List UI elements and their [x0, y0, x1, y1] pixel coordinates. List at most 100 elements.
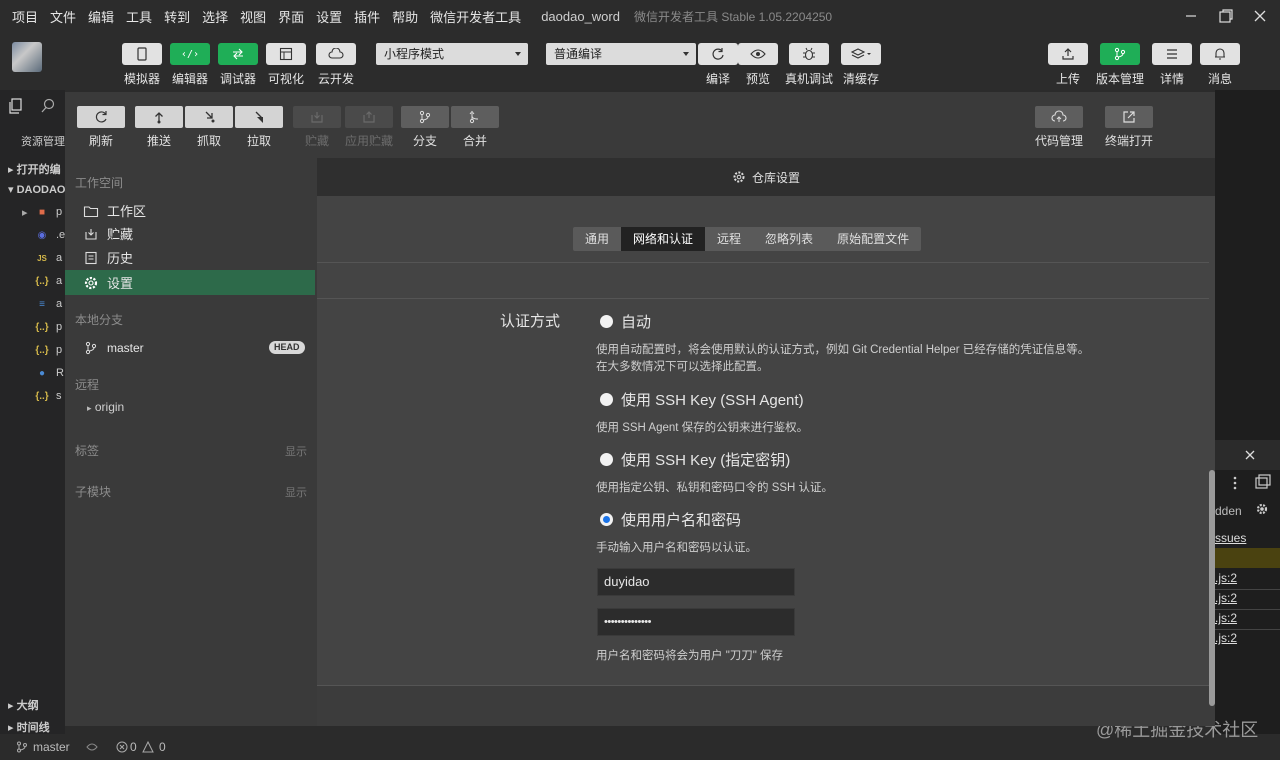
preview-button[interactable]: [738, 43, 778, 65]
device-debug-button[interactable]: [789, 43, 829, 65]
dock-icon[interactable]: [1255, 474, 1271, 490]
messages-button[interactable]: [1200, 43, 1240, 65]
branch-status[interactable]: master: [33, 740, 70, 754]
cloud-button[interactable]: [316, 43, 356, 65]
radio-button-checked[interactable]: [600, 513, 613, 526]
merge-button[interactable]: [451, 106, 499, 128]
menu-settings[interactable]: 设置: [316, 7, 342, 26]
push-button[interactable]: [135, 106, 183, 128]
error-count[interactable]: 0: [130, 740, 137, 754]
minimize-icon[interactable]: [1179, 4, 1203, 28]
tree-item[interactable]: p: [56, 344, 62, 356]
log-link[interactable]: .js:2: [1215, 611, 1237, 625]
upload-button[interactable]: [1048, 43, 1088, 65]
menu-project[interactable]: 项目: [12, 7, 38, 26]
sidebar-item-stash[interactable]: 贮藏: [65, 221, 315, 246]
apply-stash-icon: [363, 111, 375, 123]
editor-button[interactable]: ‹/›: [170, 43, 210, 65]
info-icon: ●: [38, 368, 46, 379]
debugger-button[interactable]: [218, 43, 258, 65]
version-mgmt-button[interactable]: [1100, 43, 1140, 65]
details-button[interactable]: [1152, 43, 1192, 65]
visualize-button[interactable]: [266, 43, 306, 65]
tree-item[interactable]: p: [56, 321, 62, 333]
clear-cache-button[interactable]: [841, 43, 881, 65]
outline-section[interactable]: ▸ 大纲: [8, 697, 39, 713]
radio-label: 自动: [621, 314, 652, 331]
submodules-show-toggle[interactable]: 显示: [285, 484, 307, 500]
code-mgmt-button[interactable]: [1035, 106, 1083, 128]
radio-username-password[interactable]: 使用用户名和密码: [600, 509, 741, 530]
files-icon[interactable]: [8, 98, 24, 114]
menu-wechat-devtools[interactable]: 微信开发者工具: [430, 7, 521, 26]
log-link[interactable]: .js:2: [1215, 571, 1237, 585]
tab-remote[interactable]: 远程: [705, 227, 754, 251]
radio-button[interactable]: [600, 393, 613, 406]
tree-item[interactable]: .e: [56, 229, 65, 241]
tags-show-toggle[interactable]: 显示: [285, 443, 307, 459]
pull-button[interactable]: [235, 106, 283, 128]
open-editors-section[interactable]: ▸ 打开的编: [8, 161, 61, 177]
search-icon[interactable]: [40, 98, 56, 114]
menu-edit[interactable]: 编辑: [88, 7, 114, 26]
project-root-section[interactable]: ▾ DAODAO: [8, 183, 65, 196]
remote-origin[interactable]: ▸ origin: [87, 400, 124, 414]
more-vertical-icon[interactable]: [1233, 476, 1237, 490]
radio-button[interactable]: [600, 315, 613, 328]
maximize-icon[interactable]: [1214, 4, 1238, 28]
tab-ignore-list[interactable]: 忽略列表: [753, 227, 826, 251]
menu-interface[interactable]: 界面: [278, 7, 304, 26]
tree-item[interactable]: a: [56, 252, 62, 264]
timeline-section[interactable]: ▸ 时间线: [8, 719, 50, 735]
tree-item[interactable]: R: [56, 367, 64, 379]
compile-select[interactable]: 普通编译: [546, 43, 696, 65]
log-link[interactable]: .js:2: [1215, 631, 1237, 645]
menu-file[interactable]: 文件: [50, 7, 76, 26]
clear-cache-label: 清缓存: [842, 72, 879, 86]
tree-item[interactable]: a: [56, 298, 62, 310]
sidebar-item-history[interactable]: 历史: [65, 245, 315, 270]
menu-select[interactable]: 选择: [202, 7, 228, 26]
refresh-button[interactable]: [77, 106, 125, 128]
close-icon[interactable]: [1245, 450, 1255, 460]
sidebar-item-workspace[interactable]: 工作区: [65, 198, 315, 223]
username-field[interactable]: duyidao: [597, 568, 795, 596]
sidebar-item-settings[interactable]: 设置: [65, 270, 315, 295]
password-field[interactable]: ••••••••••••••: [597, 608, 795, 636]
stash-icon: [83, 226, 99, 242]
menubar: 项目 文件 编辑 工具 转到 选择 视图 界面 设置 插件 帮助 微信开发者工具…: [0, 0, 1280, 32]
tree-item[interactable]: s: [56, 390, 62, 402]
radio-ssh-agent[interactable]: 使用 SSH Key (SSH Agent): [600, 389, 804, 410]
issues-link[interactable]: ssues: [1215, 531, 1246, 545]
vertical-scrollbar[interactable]: [1209, 470, 1215, 706]
mode-select[interactable]: 小程序模式: [376, 43, 528, 65]
fetch-button[interactable]: [185, 106, 233, 128]
tree-item[interactable]: p: [56, 206, 62, 218]
radio-auto[interactable]: 自动: [600, 311, 651, 332]
console-panel: dden ssues .js:2 .js:2 .js:2 .js:2: [1215, 90, 1280, 734]
menu-tools[interactable]: 工具: [126, 7, 152, 26]
warning-count[interactable]: 0: [159, 740, 166, 754]
open-terminal-button[interactable]: [1105, 106, 1153, 128]
eye-icon: [750, 49, 766, 59]
branch-button[interactable]: [401, 106, 449, 128]
radio-button[interactable]: [600, 453, 613, 466]
avatar[interactable]: [12, 42, 42, 72]
radio-ssh-key[interactable]: 使用 SSH Key (指定密钥): [600, 449, 790, 470]
close-window-icon[interactable]: [1248, 4, 1272, 28]
menu-view[interactable]: 视图: [240, 7, 266, 26]
menu-plugins[interactable]: 插件: [354, 7, 380, 26]
menu-goto[interactable]: 转到: [164, 7, 190, 26]
stash-button[interactable]: [293, 106, 341, 128]
gear-icon[interactable]: [1255, 502, 1269, 516]
tab-network-auth[interactable]: 网络和认证: [621, 227, 706, 251]
sync-icon[interactable]: [85, 741, 99, 753]
apply-stash-button[interactable]: [345, 106, 393, 128]
simulator-button[interactable]: [122, 43, 162, 65]
log-link[interactable]: .js:2: [1215, 591, 1237, 605]
tab-raw-config[interactable]: 原始配置文件: [825, 227, 922, 251]
compile-button[interactable]: [698, 43, 738, 65]
tab-general[interactable]: 通用: [573, 227, 622, 251]
menu-help[interactable]: 帮助: [392, 7, 418, 26]
tree-item[interactable]: a: [56, 275, 62, 287]
